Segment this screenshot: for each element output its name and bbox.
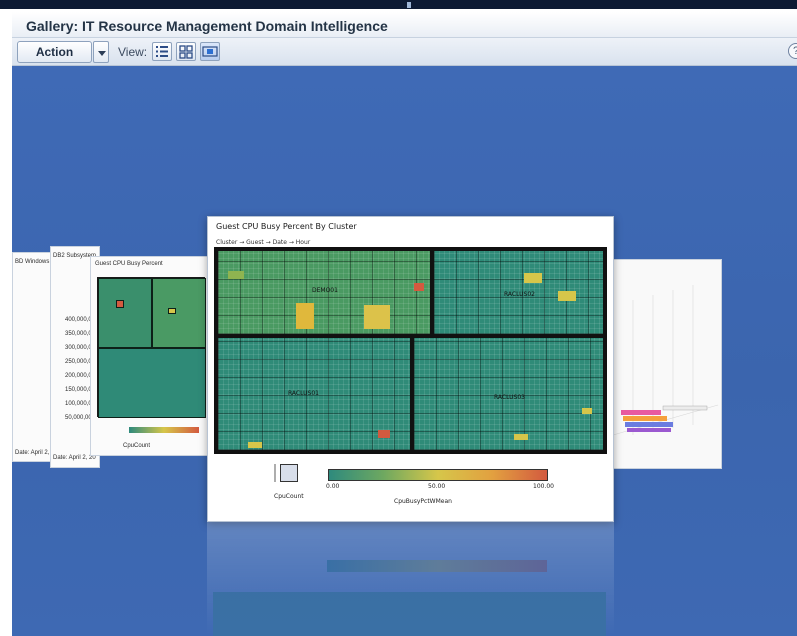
treemap-region-raclus03: RACLUS03 bbox=[412, 336, 605, 452]
cluster-label: RACLUS01 bbox=[288, 390, 319, 397]
cluster-label: DEMO01 bbox=[312, 287, 338, 294]
toolbar: Action View: ? bbox=[12, 38, 797, 66]
treemap-region-raclus01: RACLUS01 bbox=[216, 336, 412, 452]
top-strip bbox=[0, 0, 797, 9]
color-legend-gradient bbox=[328, 469, 548, 481]
size-legend-label: CpuCount bbox=[274, 493, 304, 500]
color-legend-max: 100.00 bbox=[533, 483, 554, 490]
gallery-card-guest-cpu-small[interactable]: Guest CPU Busy Percent CpuCount bbox=[90, 256, 210, 456]
action-button[interactable]: Action bbox=[17, 41, 92, 63]
cluster-label: RACLUS02 bbox=[504, 291, 535, 298]
card-title: Guest CPU Busy Percent By Cluster bbox=[216, 222, 357, 231]
color-legend-mid: 50.00 bbox=[428, 483, 446, 490]
gallery-card-guest-cpu-busy[interactable]: Guest CPU Busy Percent By Cluster Cluste… bbox=[207, 216, 614, 522]
title-bar: Gallery: IT Resource Management Domain I… bbox=[12, 12, 797, 38]
treemap-region-racluster02: RACLUS02 bbox=[432, 249, 605, 336]
size-legend-icon bbox=[274, 464, 298, 482]
list-view-icon bbox=[156, 46, 168, 57]
card-footer: CpuCount bbox=[123, 443, 151, 449]
reflection-treemap bbox=[213, 592, 606, 636]
reflection-gradient bbox=[327, 560, 547, 572]
card-caption: BD Windows bbox=[15, 259, 50, 265]
color-legend-title: CpuBusyPctWMean bbox=[394, 498, 452, 505]
mini-treemap bbox=[97, 277, 206, 418]
gallery-view-button[interactable] bbox=[200, 42, 220, 61]
hierarchy-breadcrumb: Cluster → Guest → Date → Hour bbox=[216, 239, 311, 246]
3d-bar-chart-thumbnail bbox=[612, 285, 719, 436]
card-caption: Guest CPU Busy Percent bbox=[95, 261, 163, 267]
chevron-down-icon bbox=[98, 51, 106, 56]
window-marker bbox=[407, 2, 411, 8]
grid-view-icon bbox=[179, 45, 193, 59]
treemap: DEMO01 RACLUS02 RACLUS01 RACLUS03 bbox=[214, 247, 607, 454]
action-dropdown-button[interactable] bbox=[93, 41, 109, 63]
mini-legend-gradient bbox=[129, 427, 199, 433]
list-view-button[interactable] bbox=[152, 42, 172, 61]
cluster-label: RACLUS03 bbox=[494, 394, 525, 401]
view-label: View: bbox=[118, 45, 148, 59]
gallery-stage: BD Windows Date: April 2, 20 DB2 Subsyst… bbox=[12, 66, 797, 636]
gallery-card-3d-chart[interactable] bbox=[612, 259, 722, 469]
card-reflection bbox=[207, 522, 614, 636]
help-icon[interactable]: ? bbox=[788, 43, 797, 59]
color-legend-min: 0.00 bbox=[326, 483, 340, 490]
grid-view-button[interactable] bbox=[176, 42, 196, 61]
gallery-view-icon bbox=[202, 46, 218, 57]
window-title: Gallery: IT Resource Management Domain I… bbox=[26, 18, 388, 34]
treemap-region-demo01: DEMO01 bbox=[216, 249, 432, 336]
